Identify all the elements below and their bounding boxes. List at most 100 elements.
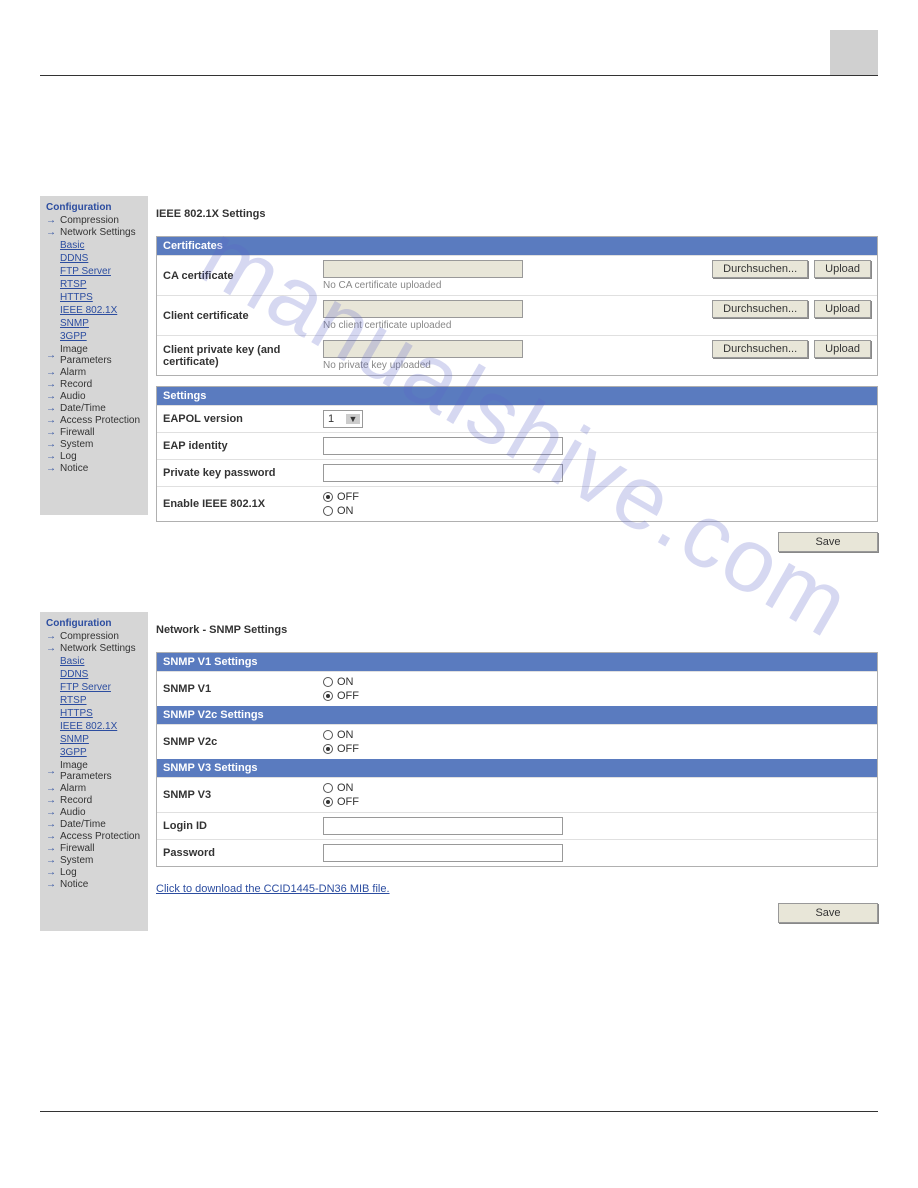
sidebar-item-notice[interactable]: →Notice bbox=[46, 463, 142, 474]
sidebar-item-record[interactable]: →Record bbox=[46, 379, 142, 390]
sidebar-sub-8021x[interactable]: IEEE 802.1X bbox=[60, 304, 142, 317]
upload-button[interactable]: Upload bbox=[814, 260, 871, 278]
sidebar-sub-rtsp[interactable]: RTSP bbox=[60, 694, 142, 707]
sidebar-item-log[interactable]: →Log bbox=[46, 451, 142, 462]
radio-v1-on[interactable] bbox=[323, 677, 333, 687]
settings-panel: Settings EAPOL version 1 ▼ EAP identity bbox=[156, 386, 878, 522]
radio-v1-off[interactable] bbox=[323, 691, 333, 701]
chevron-down-icon: ▼ bbox=[346, 414, 360, 424]
sidebar-sub-ftp[interactable]: FTP Server bbox=[60, 681, 142, 694]
arrow-icon: → bbox=[46, 379, 56, 390]
sidebar-item-firewall[interactable]: →Firewall bbox=[46, 427, 142, 438]
sidebar-item-compression[interactable]: →Compression bbox=[46, 215, 142, 226]
radio-on-label: ON bbox=[337, 505, 354, 517]
radio-off-label: OFF bbox=[337, 690, 359, 702]
sidebar-item-audio[interactable]: →Audio bbox=[46, 807, 142, 818]
panel-header-v2: SNMP V2c Settings bbox=[157, 706, 877, 724]
sidebar-item-firewall[interactable]: →Firewall bbox=[46, 843, 142, 854]
sidebar-item-label: Alarm bbox=[60, 367, 86, 378]
radio-v3-off[interactable] bbox=[323, 797, 333, 807]
sidebar-item-network[interactable]: →Network Settings bbox=[46, 643, 142, 654]
sidebar-item-image[interactable]: →Image Parameters bbox=[46, 760, 142, 782]
sidebar-item-system[interactable]: →System bbox=[46, 439, 142, 450]
sidebar-item-access[interactable]: →Access Protection bbox=[46, 415, 142, 426]
sidebar-sub-snmp[interactable]: SNMP bbox=[60, 317, 142, 330]
browse-button[interactable]: Durchsuchen... bbox=[712, 300, 808, 318]
client-file-input[interactable] bbox=[323, 300, 523, 318]
password-input[interactable] bbox=[323, 844, 563, 862]
sidebar-item-label: Image Parameters bbox=[60, 760, 142, 782]
arrow-icon: → bbox=[46, 215, 56, 226]
arrow-icon: → bbox=[46, 819, 56, 830]
sidebar-item-label: Access Protection bbox=[60, 415, 140, 426]
arrow-icon: → bbox=[46, 807, 56, 818]
sidebar-item-datetime[interactable]: →Date/Time bbox=[46, 403, 142, 414]
sidebar-sub-3gpp[interactable]: 3GPP bbox=[60, 330, 142, 343]
arrow-icon: → bbox=[46, 391, 56, 402]
sidebar-sub-3gpp[interactable]: 3GPP bbox=[60, 746, 142, 759]
label-pk-password: Private key password bbox=[163, 467, 323, 479]
sidebar-sub-rtsp[interactable]: RTSP bbox=[60, 278, 142, 291]
sidebar-item-access[interactable]: →Access Protection bbox=[46, 831, 142, 842]
label-eapol: EAPOL version bbox=[163, 413, 323, 425]
label-client: Client certificate bbox=[163, 310, 323, 322]
save-button[interactable]: Save bbox=[778, 903, 878, 923]
sidebar-item-log[interactable]: →Log bbox=[46, 867, 142, 878]
radio-off[interactable] bbox=[323, 492, 333, 502]
arrow-icon: → bbox=[46, 843, 56, 854]
sidebar-item-label: System bbox=[60, 439, 93, 450]
eap-identity-input[interactable] bbox=[323, 437, 563, 455]
sidebar-sub-8021x[interactable]: IEEE 802.1X bbox=[60, 720, 142, 733]
ca-file-input[interactable] bbox=[323, 260, 523, 278]
sidebar-item-datetime[interactable]: →Date/Time bbox=[46, 819, 142, 830]
save-button[interactable]: Save bbox=[778, 532, 878, 552]
label-key: Client private key (and certificate) bbox=[163, 344, 323, 368]
label-eap-identity: EAP identity bbox=[163, 440, 323, 452]
sidebar-item-label: Network Settings bbox=[60, 227, 136, 238]
sidebar-item-compression[interactable]: →Compression bbox=[46, 631, 142, 642]
radio-off-label: OFF bbox=[337, 796, 359, 808]
download-mib-link[interactable]: Click to download the CCID1445-DN36 MIB … bbox=[156, 883, 390, 895]
radio-v3-on[interactable] bbox=[323, 783, 333, 793]
row-pk-password: Private key password bbox=[157, 459, 877, 486]
row-password: Password bbox=[157, 839, 877, 866]
sidebar-sub-ftp[interactable]: FTP Server bbox=[60, 265, 142, 278]
browse-button[interactable]: Durchsuchen... bbox=[712, 260, 808, 278]
sidebar-sub-basic[interactable]: Basic bbox=[60, 239, 142, 252]
sidebar-sub-https[interactable]: HTTPS bbox=[60, 291, 142, 304]
sidebar-item-alarm[interactable]: →Alarm bbox=[46, 367, 142, 378]
sidebar-item-image[interactable]: →Image Parameters bbox=[46, 344, 142, 366]
arrow-icon: → bbox=[46, 427, 56, 438]
sidebar-sub-ddns[interactable]: DDNS bbox=[60, 668, 142, 681]
sidebar-item-alarm[interactable]: →Alarm bbox=[46, 783, 142, 794]
eapol-select[interactable]: 1 ▼ bbox=[323, 410, 363, 428]
sidebar-sub-https[interactable]: HTTPS bbox=[60, 707, 142, 720]
radio-v2-on[interactable] bbox=[323, 730, 333, 740]
radio-v2-off[interactable] bbox=[323, 744, 333, 754]
arrow-icon: → bbox=[46, 795, 56, 806]
sidebar-item-system[interactable]: →System bbox=[46, 855, 142, 866]
row-snmp-v3: SNMP V3 ON OFF bbox=[157, 777, 877, 812]
sidebar-item-network[interactable]: → Network Settings bbox=[46, 227, 142, 238]
upload-button[interactable]: Upload bbox=[814, 340, 871, 358]
panel-header-v3: SNMP V3 Settings bbox=[157, 759, 877, 777]
label-ca: CA certificate bbox=[163, 270, 323, 282]
sidebar-item-audio[interactable]: →Audio bbox=[46, 391, 142, 402]
sidebar-item-label: Compression bbox=[60, 631, 119, 642]
sidebar-sub-ddns[interactable]: DDNS bbox=[60, 252, 142, 265]
sidebar-item-notice[interactable]: →Notice bbox=[46, 879, 142, 890]
sidebar-item-record[interactable]: →Record bbox=[46, 795, 142, 806]
pk-password-input[interactable] bbox=[323, 464, 563, 482]
sidebar-item-label: Notice bbox=[60, 463, 88, 474]
key-file-input[interactable] bbox=[323, 340, 523, 358]
page-title: IEEE 802.1X Settings bbox=[156, 208, 878, 220]
sidebar-sub-snmp[interactable]: SNMP bbox=[60, 733, 142, 746]
row-private-key: Client private key (and certificate) Dur… bbox=[157, 335, 877, 375]
upload-button[interactable]: Upload bbox=[814, 300, 871, 318]
sidebar-sub-basic[interactable]: Basic bbox=[60, 655, 142, 668]
arrow-icon: → bbox=[46, 227, 56, 238]
browse-button[interactable]: Durchsuchen... bbox=[712, 340, 808, 358]
login-input[interactable] bbox=[323, 817, 563, 835]
radio-on[interactable] bbox=[323, 506, 333, 516]
key-status: No private key uploaded bbox=[323, 360, 871, 371]
